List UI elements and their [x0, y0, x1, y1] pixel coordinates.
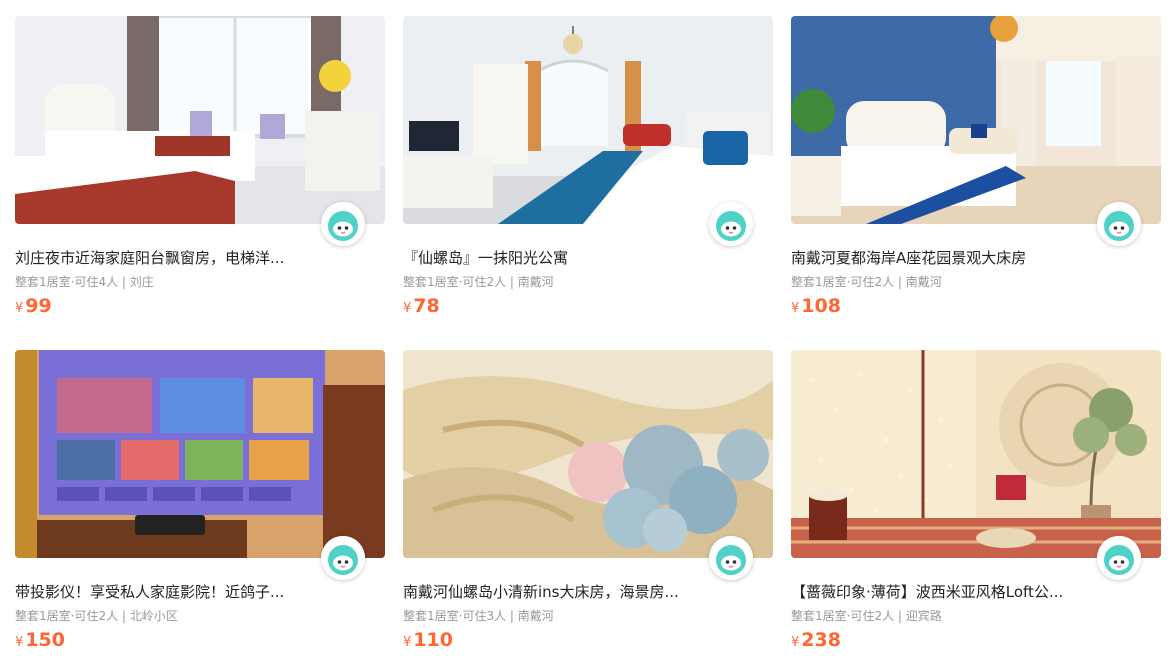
bohemian-loft-photo-icon: [791, 350, 1161, 558]
price-value: 110: [413, 629, 453, 651]
listing-title[interactable]: 【蔷薇印象·薄荷】波西米亚风格Loft公...: [791, 581, 1091, 603]
bedroom-photo-icon: [791, 16, 1161, 224]
listing-card[interactable]: 刘庄夜市近海家庭阳台飘窗房，电梯洋... 整套1居室·可住4人 | 刘庄 ¥99: [15, 16, 385, 336]
listing-photo[interactable]: [791, 350, 1161, 558]
listing-price: ¥99: [15, 295, 52, 317]
listing-photo[interactable]: [791, 16, 1161, 224]
listing-title[interactable]: 刘庄夜市近海家庭阳台飘窗房，电梯洋...: [15, 247, 315, 269]
bedroom-photo-icon: [403, 16, 773, 224]
host-avatar-icon[interactable]: [321, 536, 365, 580]
listing-title[interactable]: 南戴河夏都海岸A座花园景观大床房: [791, 247, 1091, 269]
currency-symbol: ¥: [15, 301, 24, 316]
price-value: 108: [801, 295, 841, 317]
listing-card[interactable]: 【蔷薇印象·薄荷】波西米亚风格Loft公... 整套1居室·可住2人 | 迎宾路…: [791, 350, 1161, 670]
currency-symbol: ¥: [403, 301, 412, 316]
listing-price: ¥110: [403, 629, 453, 651]
price-value: 238: [801, 629, 841, 651]
listing-price: ¥150: [15, 629, 65, 651]
host-avatar-icon[interactable]: [709, 202, 753, 246]
price-value: 99: [25, 295, 52, 317]
listing-meta: 整套1居室·可住2人 | 迎宾路: [791, 609, 942, 623]
listing-meta: 整套1居室·可住2人 | 北岭小区: [15, 609, 178, 623]
listing-price: ¥108: [791, 295, 841, 317]
listing-meta: 整套1居室·可住2人 | 南戴河: [791, 275, 942, 289]
listing-meta: 整套1居室·可住3人 | 南戴河: [403, 609, 554, 623]
bedroom-photo-icon: [15, 16, 385, 224]
listing-card[interactable]: 南戴河夏都海岸A座花园景观大床房 整套1居室·可住2人 | 南戴河 ¥108: [791, 16, 1161, 336]
listing-grid: 刘庄夜市近海家庭阳台飘窗房，电梯洋... 整套1居室·可住4人 | 刘庄 ¥99: [0, 0, 1170, 665]
price-value: 150: [25, 629, 65, 651]
host-avatar-icon[interactable]: [1097, 202, 1141, 246]
listing-card[interactable]: 『仙螺岛』一抹阳光公寓 整套1居室·可住2人 | 南戴河 ¥78: [403, 16, 773, 336]
listing-photo[interactable]: [403, 350, 773, 558]
listing-title[interactable]: 带投影仪！享受私人家庭影院！近鸽子...: [15, 581, 315, 603]
currency-symbol: ¥: [403, 635, 412, 650]
host-avatar-icon[interactable]: [1097, 536, 1141, 580]
price-value: 78: [413, 295, 440, 317]
listing-title[interactable]: 『仙螺岛』一抹阳光公寓: [403, 247, 703, 269]
listing-card[interactable]: 南戴河仙螺岛小清新ins大床房，海景房... 整套1居室·可住3人 | 南戴河 …: [403, 350, 773, 670]
listing-photo[interactable]: [15, 350, 385, 558]
bedding-flowers-photo-icon: [403, 350, 773, 558]
listing-meta: 整套1居室·可住2人 | 南戴河: [403, 275, 554, 289]
listing-photo[interactable]: [15, 16, 385, 224]
listing-price: ¥238: [791, 629, 841, 651]
host-avatar-icon[interactable]: [709, 536, 753, 580]
currency-symbol: ¥: [791, 635, 800, 650]
listing-price: ¥78: [403, 295, 440, 317]
listing-title[interactable]: 南戴河仙螺岛小清新ins大床房，海景房...: [403, 581, 703, 603]
listing-photo[interactable]: [403, 16, 773, 224]
currency-symbol: ¥: [791, 301, 800, 316]
listing-card[interactable]: 带投影仪！享受私人家庭影院！近鸽子... 整套1居室·可住2人 | 北岭小区 ¥…: [15, 350, 385, 670]
currency-symbol: ¥: [15, 635, 24, 650]
host-avatar-icon[interactable]: [321, 202, 365, 246]
listing-meta: 整套1居室·可住4人 | 刘庄: [15, 275, 154, 289]
projector-photo-icon: [15, 350, 385, 558]
